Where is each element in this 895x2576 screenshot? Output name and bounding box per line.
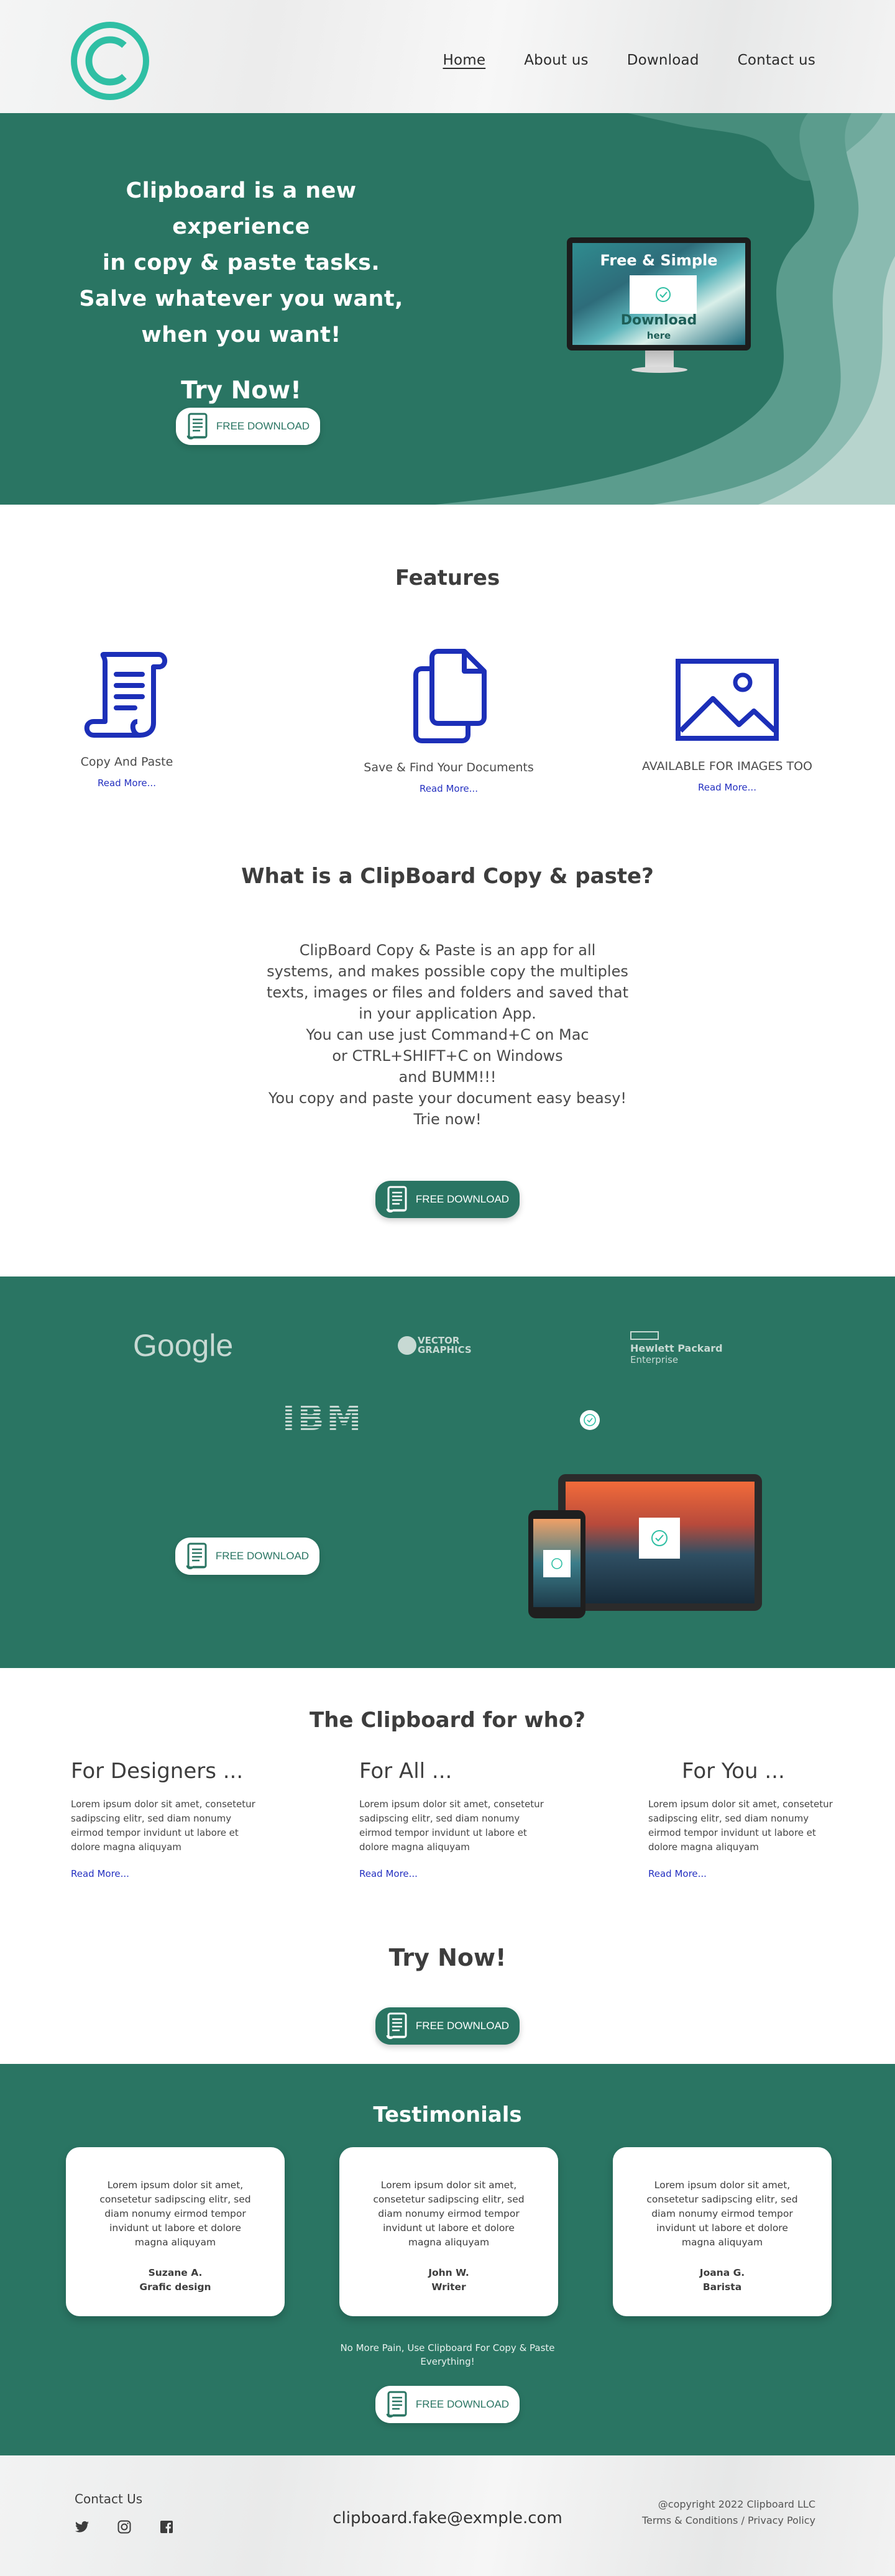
monitor-title: Free & Simple	[600, 252, 718, 269]
monitor-here-text: here	[646, 330, 671, 341]
feature-label: Copy And Paste	[80, 755, 173, 769]
forwho-title: The Clipboard for who?	[310, 1708, 585, 1733]
column-title: For Designers ...	[71, 1759, 244, 1784]
feature-copy-paste: Copy And Paste Read More...	[15, 648, 239, 789]
testimonial-text: Lorem ipsum dolor sit amet, consetetur s…	[646, 2180, 798, 2248]
forwho-column-you: For You ... Lorem ipsum dolor sit amet, …	[648, 1759, 835, 1879]
testimonials-section: Testimonials Lorem ipsum dolor sit amet,…	[0, 2064, 895, 2455]
footer-contact-label: Contact Us	[75, 2491, 143, 2506]
feature-images: AVAILABLE FOR IMAGES TOO Read More...	[615, 658, 839, 793]
features-title: Features	[395, 566, 500, 590]
column-text: Lorem ipsum dolor sit amet, consetetur s…	[359, 1799, 544, 1853]
testimonials-free-download-button[interactable]: FREE DOWNLOAD	[375, 2386, 520, 2423]
google-logo: Google	[133, 1328, 234, 1363]
nav-download[interactable]: Download	[627, 52, 699, 68]
feature-read-more-link[interactable]: Read More...	[337, 783, 561, 794]
feature-read-more-link[interactable]: Read More...	[15, 777, 239, 789]
feature-label: Save & Find Your Documents	[364, 761, 534, 774]
privacy-link[interactable]: Privacy Policy	[748, 2514, 815, 2526]
forwho-free-download-button[interactable]: FREE DOWNLOAD	[375, 2007, 520, 2045]
column-read-more-link[interactable]: Read More...	[359, 1868, 546, 1879]
site-footer: Contact Us clipboard.fake@exmple.com @co…	[0, 2455, 895, 2576]
document-icon	[186, 1542, 207, 1569]
partners-section: Google VECTOR GRAPHICS Hewlett Packard En…	[0, 1277, 895, 1668]
testimonial-author: Joana G. Barista	[699, 2267, 745, 2293]
partners-free-download-button[interactable]: FREE DOWNLOAD	[175, 1538, 319, 1575]
column-title: For All ...	[359, 1759, 452, 1784]
button-label: FREE DOWNLOAD	[415, 2020, 510, 2032]
devices-mockup	[528, 1474, 762, 1618]
column-text: Lorem ipsum dolor sit amet, consetetur s…	[648, 1799, 833, 1853]
feature-save-find: Save & Find Your Documents Read More...	[337, 646, 561, 794]
what-description: ClipBoard Copy & Paste is an app for all…	[266, 942, 629, 1128]
footer-legal: @copyright 2022 Clipboard LLC Terms & Co…	[642, 2496, 815, 2529]
document-icon	[186, 413, 208, 439]
monitor-mockup: Free & Simple Download here	[567, 237, 753, 380]
testimonial-text: Lorem ipsum dolor sit amet, consetetur s…	[99, 2180, 251, 2248]
main-nav: Home About us Download Contact us	[443, 52, 815, 68]
nav-about-us[interactable]: About us	[524, 52, 588, 68]
column-read-more-link[interactable]: Read More...	[648, 1868, 835, 1879]
monitor-download-text: Download	[620, 313, 697, 328]
documents-icon	[413, 649, 487, 743]
nav-contact-us[interactable]: Contact us	[738, 52, 815, 68]
document-icon	[386, 1186, 407, 1212]
feature-label: AVAILABLE FOR IMAGES TOO	[642, 759, 812, 773]
copyright-logo-icon[interactable]	[70, 21, 150, 101]
column-read-more-link[interactable]: Read More...	[71, 1868, 257, 1879]
document-icon	[386, 2012, 407, 2039]
site-header: Home About us Download Contact us	[0, 0, 895, 113]
vector-circle-icon	[398, 1336, 416, 1355]
hp-rectangle-icon	[630, 1331, 659, 1340]
copyright-text: @copyright 2022 Clipboard LLC	[658, 2498, 815, 2510]
check-circle-icon	[580, 1410, 600, 1430]
what-title: What is a ClipBoard Copy & paste?	[241, 864, 654, 889]
forwho-column-designers: For Designers ... Lorem ipsum dolor sit …	[71, 1759, 257, 1879]
monitor-card	[630, 275, 697, 314]
forwho-column-all: For All ... Lorem ipsum dolor sit amet, …	[359, 1759, 546, 1879]
testimonial-card: Lorem ipsum dolor sit amet, consetetur s…	[613, 2147, 832, 2316]
hero-try-now: Try Now!	[181, 377, 301, 405]
document-icon	[386, 2391, 407, 2418]
button-label: FREE DOWNLOAD	[415, 1193, 510, 1205]
terms-link[interactable]: Terms & Conditions	[642, 2514, 738, 2526]
feature-read-more-link[interactable]: Read More...	[615, 782, 839, 793]
testimonials-note: No More Pain, Use Clipboard For Copy & P…	[340, 2342, 555, 2367]
testimonial-author: John W. Writer	[428, 2267, 469, 2293]
forwho-try-now: Try Now!	[388, 1944, 507, 1971]
hero-title: Clipboard is a new experience in copy & …	[79, 178, 403, 347]
ibm-logo: IBM	[282, 1398, 364, 1439]
testimonials-title: Testimonials	[373, 2102, 522, 2127]
button-label: FREE DOWNLOAD	[215, 1550, 310, 1562]
testimonial-card: Lorem ipsum dolor sit amet, consetetur s…	[339, 2147, 558, 2316]
hero-section: Clipboard is a new experience in copy & …	[0, 113, 895, 505]
column-title: For You ...	[682, 1759, 785, 1784]
image-icon	[676, 659, 779, 741]
testimonial-author: Suzane A. Grafic design	[139, 2267, 211, 2293]
button-label: FREE DOWNLOAD	[216, 420, 310, 432]
scroll-icon	[84, 652, 167, 738]
testimonial-card: Lorem ipsum dolor sit amet, consetetur s…	[66, 2147, 285, 2316]
testimonial-text: Lorem ipsum dolor sit amet, consetetur s…	[373, 2180, 525, 2248]
what-free-download-button[interactable]: FREE DOWNLOAD	[375, 1181, 520, 1218]
hero-text-block: Clipboard is a new experience in copy & …	[55, 173, 428, 405]
button-label: FREE DOWNLOAD	[415, 2398, 510, 2410]
vector-graphics-logo: VECTOR GRAPHICS	[398, 1336, 472, 1355]
check-circle-icon	[656, 287, 671, 302]
nav-home[interactable]: Home	[443, 52, 485, 68]
column-text: Lorem ipsum dolor sit amet, consetetur s…	[71, 1799, 255, 1853]
hewlett-packard-logo: Hewlett Packard Enterprise	[630, 1331, 723, 1365]
hero-free-download-button[interactable]: FREE DOWNLOAD	[176, 408, 320, 445]
